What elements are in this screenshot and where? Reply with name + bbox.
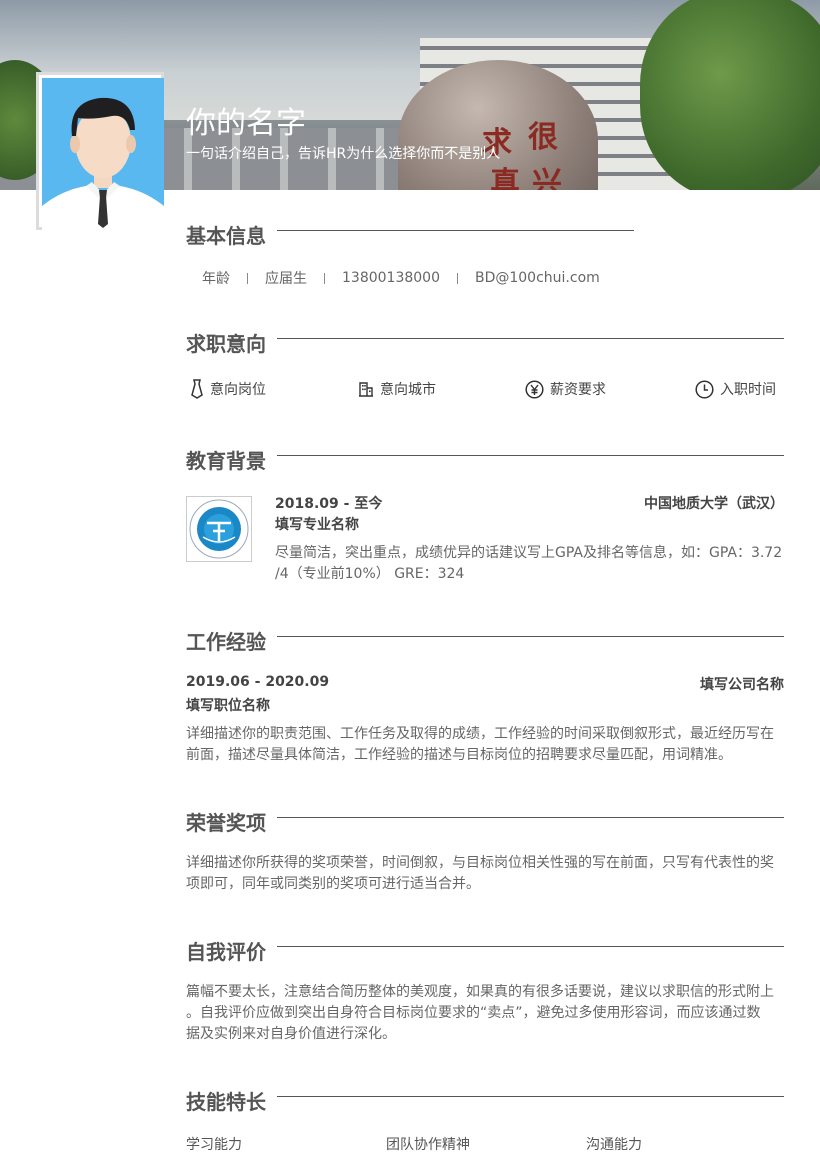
intent-city: 意向城市: [358, 379, 436, 399]
intent-position: 意向岗位: [190, 379, 266, 399]
section-title-basic-info: 基本信息: [186, 224, 266, 248]
age-value: 年龄: [202, 271, 230, 287]
skill-item: 团队协作精神: [386, 1137, 470, 1153]
tagline: 一句话介绍自己，告诉HR为什么选择你而不是别人: [186, 146, 501, 162]
major-name: 填写专业名称: [275, 517, 359, 533]
intent-start-date-label: 入职时间: [720, 382, 776, 398]
candidate-name: 你的名字: [186, 106, 306, 141]
status-value: 应届生: [265, 271, 307, 287]
tie-icon: [191, 379, 203, 399]
email-value: BD@100chui.com: [474, 270, 600, 286]
position-name: 填写职位名称: [186, 698, 270, 714]
divider: [324, 272, 325, 284]
section-title-education: 教育背景: [186, 449, 266, 473]
skill-item: 学习能力: [186, 1137, 242, 1153]
phone-value: 13800138000: [342, 270, 440, 286]
company-name: 填写公司名称: [700, 677, 784, 693]
yen-icon: [525, 379, 544, 399]
divider: [277, 817, 784, 818]
divider: [247, 272, 248, 284]
intent-city-label: 意向城市: [380, 382, 436, 398]
divider: [277, 1096, 784, 1097]
divider: [277, 636, 784, 637]
work-period: 2019.06 - 2020.09: [186, 674, 330, 690]
intent-start-date: 入职时间: [695, 379, 776, 399]
intent-position-label: 意向岗位: [210, 382, 266, 398]
clock-icon: [695, 379, 714, 399]
divider: [277, 338, 784, 339]
section-title-skills: 技能特长: [186, 1090, 266, 1114]
section-title-job-intent: 求职意向: [186, 332, 266, 356]
section-title-honors: 荣誉奖项: [186, 811, 266, 835]
self-evaluation-text: 篇幅不要太长，注意结合简历整体的美观度，如果真的有很多话要说，建议以求职信的形式…: [186, 984, 774, 1042]
school-logo: [186, 496, 252, 562]
section-title-work: 工作经验: [186, 630, 266, 654]
section-title-self-evaluation: 自我评价: [186, 940, 266, 964]
skill-item: 沟通能力: [586, 1137, 642, 1153]
intent-salary-label: 薪资要求: [550, 382, 606, 398]
intent-salary: 薪资要求: [525, 379, 606, 399]
divider: [277, 455, 784, 456]
basic-info-row: 年龄 应届生 13800138000 BD@100chui.com: [202, 268, 600, 288]
divider: [277, 230, 634, 231]
work-description: 详细描述你的职责范围、工作任务及取得的成绩，工作经验的时间采取倒叙形式，最近经历…: [186, 726, 774, 763]
education-period: 2018.09 - 至今: [275, 496, 383, 512]
building-icon: [359, 382, 373, 397]
divider: [456, 272, 458, 284]
honors-description: 详细描述你所获得的奖项荣誉，时间倒叙，与目标岗位相关性强的写在前面，只写有代表性…: [186, 855, 774, 892]
avatar: [36, 72, 164, 230]
education-description: 尽量简洁，突出重点，成绩优异的话建议写上GPA及排名等信息，如：GPA：3.72…: [275, 545, 783, 582]
divider: [277, 946, 784, 947]
school-name: 中国地质大学（武汉）: [644, 496, 784, 512]
